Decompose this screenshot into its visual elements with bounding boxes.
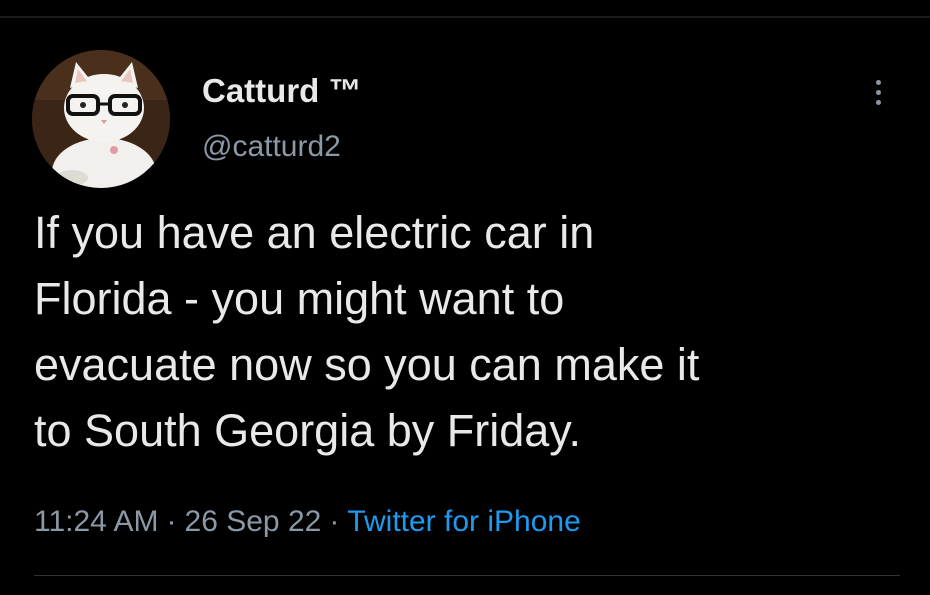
- author-handle[interactable]: @catturd2: [202, 128, 341, 166]
- tweet-text: If you have an electric car in Florida -…: [34, 200, 894, 464]
- avatar[interactable]: [32, 50, 170, 188]
- bottom-divider: [34, 575, 900, 576]
- more-vertical-icon: [875, 79, 881, 85]
- tweet-text-line: Florida - you might want to: [34, 273, 565, 324]
- meta-separator: ·: [166, 505, 177, 538]
- more-vertical-icon-dot: [875, 89, 881, 95]
- tweet-date[interactable]: 26 Sep 22: [185, 505, 322, 538]
- tweet-time[interactable]: 11:24 AM: [34, 505, 159, 538]
- author-display-name[interactable]: Catturd ™: [202, 70, 362, 112]
- tweet-meta: 11:24 AM · 26 Sep 22 · Twitter for iPhone: [34, 502, 581, 542]
- cat-with-glasses-avatar-icon: [32, 50, 170, 188]
- tweet-source-link[interactable]: Twitter for iPhone: [347, 505, 580, 538]
- more-vertical-icon-dot: [875, 99, 881, 105]
- top-divider: [0, 16, 930, 18]
- tweet-card: Catturd ™ @catturd2 If you have an elect…: [0, 0, 930, 595]
- tweet-text-line: to South Georgia by Friday.: [34, 405, 581, 456]
- tweet-text-line: If you have an electric car in: [34, 207, 595, 258]
- meta-separator: ·: [329, 505, 340, 538]
- tweet-text-line: evacuate now so you can make it: [34, 339, 700, 390]
- more-options-button[interactable]: [866, 70, 890, 114]
